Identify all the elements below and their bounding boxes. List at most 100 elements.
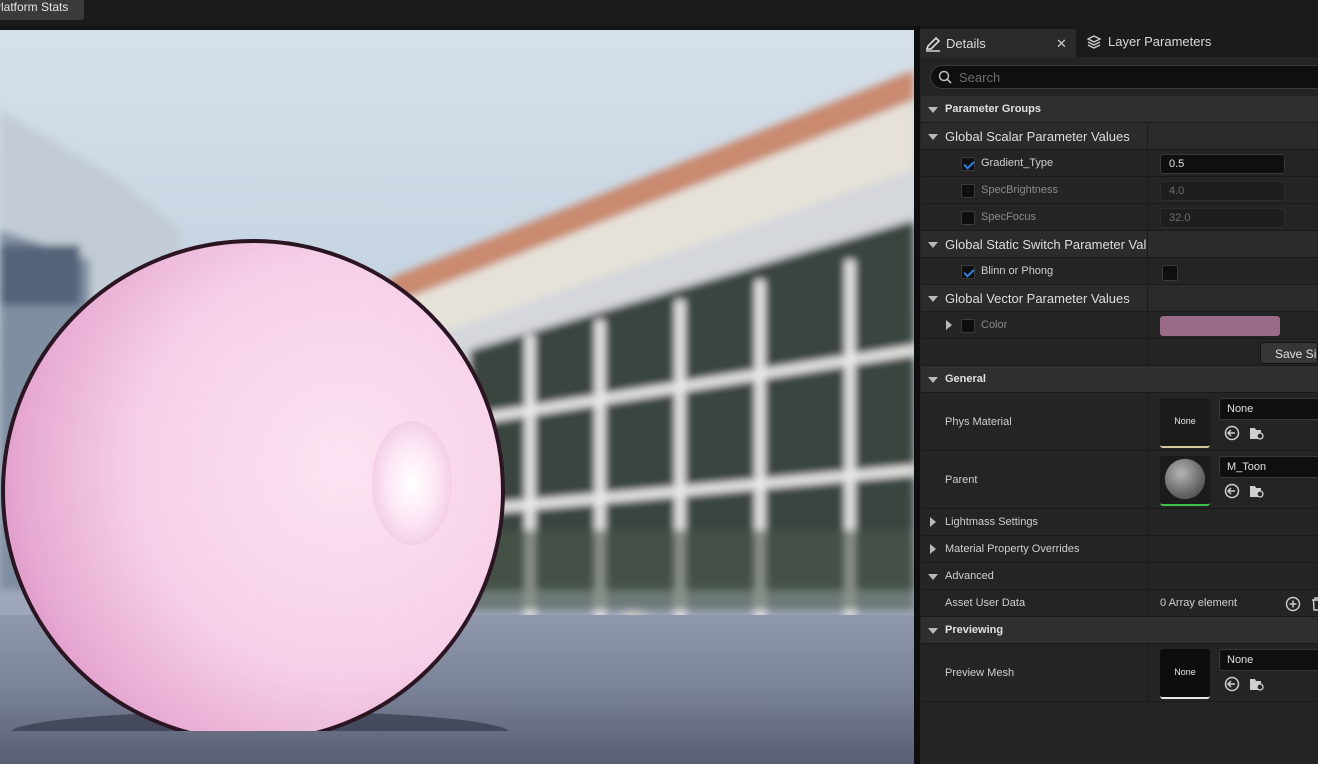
close-icon[interactable]: ✕ bbox=[1056, 31, 1067, 57]
group-global-static-switch[interactable]: Global Static Switch Parameter Values bbox=[921, 231, 1318, 258]
save-row: Save Sibling bbox=[921, 339, 1318, 366]
phys-material-asset-picker[interactable]: None bbox=[1219, 398, 1318, 420]
section-title: Parameter Groups bbox=[945, 103, 1041, 115]
column-divider bbox=[1147, 285, 1148, 312]
preview-sphere bbox=[1, 239, 508, 731]
expand-arrow-icon[interactable] bbox=[946, 320, 952, 330]
collapse-arrow-icon[interactable] bbox=[928, 628, 938, 634]
section-title: Previewing bbox=[945, 624, 1004, 636]
prop-row-asset-user-data: Asset User Data 0 Array element bbox=[921, 590, 1318, 617]
preview-viewport[interactable] bbox=[0, 30, 914, 764]
column-divider bbox=[1147, 231, 1148, 257]
column-divider bbox=[1147, 509, 1148, 536]
override-checkbox[interactable] bbox=[961, 211, 975, 225]
column-divider bbox=[1147, 393, 1148, 451]
group-title: Global Scalar Parameter Values bbox=[945, 129, 1130, 144]
collapse-arrow-icon[interactable] bbox=[928, 574, 938, 580]
expand-arrow-icon[interactable] bbox=[930, 544, 936, 554]
param-row-gradient-type: Gradient_Type 0.5 bbox=[921, 150, 1318, 177]
specbrightness-value-field[interactable]: 4.0 bbox=[1160, 181, 1285, 201]
use-selected-icon[interactable] bbox=[1224, 425, 1240, 441]
prop-row-preview-mesh: Preview Mesh None None bbox=[921, 644, 1318, 702]
group-global-scalar[interactable]: Global Scalar Parameter Values bbox=[921, 123, 1318, 150]
blinn-or-phong-value-checkbox[interactable] bbox=[1162, 265, 1178, 281]
preview-mesh-asset-picker[interactable]: None bbox=[1219, 649, 1318, 671]
search-input[interactable]: Search bbox=[930, 65, 1318, 89]
phys-material-thumbnail[interactable]: None bbox=[1160, 398, 1210, 448]
preview-mesh-thumbnail[interactable]: None bbox=[1160, 649, 1210, 699]
expand-arrow-icon[interactable] bbox=[930, 517, 936, 527]
browse-folder-icon[interactable] bbox=[1249, 483, 1265, 499]
collapse-arrow-icon[interactable] bbox=[928, 296, 938, 302]
thumbnail-label: None bbox=[1174, 667, 1196, 677]
override-checkbox[interactable] bbox=[961, 319, 975, 333]
delete-icon[interactable] bbox=[1309, 596, 1318, 612]
color-swatch[interactable] bbox=[1160, 316, 1280, 336]
add-element-icon[interactable] bbox=[1285, 596, 1301, 612]
collapse-arrow-icon[interactable] bbox=[928, 377, 938, 383]
collapse-arrow-icon[interactable] bbox=[928, 242, 938, 248]
override-checkbox[interactable] bbox=[961, 157, 975, 171]
layers-icon bbox=[1086, 35, 1102, 49]
gradient-type-value-field[interactable]: 0.5 bbox=[1160, 154, 1285, 174]
group-title: Material Property Overrides bbox=[945, 543, 1080, 555]
collapse-arrow-icon[interactable] bbox=[928, 107, 938, 113]
prop-row-parent: Parent M_Toon bbox=[921, 451, 1318, 509]
param-label: SpecBrightness bbox=[981, 184, 1059, 196]
column-divider bbox=[1147, 177, 1148, 204]
save-sibling-button[interactable]: Save Sibling bbox=[1260, 342, 1318, 364]
material-sphere-icon bbox=[1164, 458, 1206, 500]
group-material-property-overrides[interactable]: Material Property Overrides bbox=[921, 536, 1318, 563]
param-row-blinn-or-phong: Blinn or Phong bbox=[921, 258, 1318, 285]
use-selected-icon[interactable] bbox=[1224, 483, 1240, 499]
platform-stats-button[interactable]: Platform Stats bbox=[0, 0, 84, 20]
section-general[interactable]: General bbox=[921, 366, 1318, 393]
browse-folder-icon[interactable] bbox=[1249, 425, 1265, 441]
specfocus-value-field[interactable]: 32.0 bbox=[1160, 208, 1285, 228]
param-row-specbrightness: SpecBrightness 4.0 bbox=[921, 177, 1318, 204]
tab-layer-parameters[interactable]: Layer Parameters bbox=[1084, 29, 1244, 55]
tab-details-label: Details bbox=[946, 36, 986, 51]
column-divider bbox=[1147, 644, 1148, 702]
tab-details[interactable]: Details ✕ bbox=[920, 29, 1076, 57]
section-title: General bbox=[945, 373, 986, 385]
group-title: Global Static Switch Parameter Values bbox=[945, 237, 1147, 252]
column-divider bbox=[1147, 150, 1148, 177]
group-global-vector[interactable]: Global Vector Parameter Values bbox=[921, 285, 1318, 312]
collapse-arrow-icon[interactable] bbox=[928, 134, 938, 140]
group-title: Global Vector Parameter Values bbox=[945, 291, 1130, 306]
override-checkbox[interactable] bbox=[961, 265, 975, 279]
thumbnail-label: None bbox=[1174, 416, 1196, 426]
prop-label: Parent bbox=[945, 474, 978, 486]
override-checkbox[interactable] bbox=[961, 184, 975, 198]
column-divider bbox=[1147, 258, 1148, 285]
prop-row-phys-material: Phys Material None None bbox=[921, 393, 1318, 451]
search-icon bbox=[938, 70, 952, 84]
column-divider bbox=[1147, 536, 1148, 563]
column-divider bbox=[1147, 339, 1148, 366]
use-selected-icon[interactable] bbox=[1224, 676, 1240, 692]
param-label: Gradient_Type bbox=[981, 157, 1054, 169]
section-parameter-groups[interactable]: Parameter Groups bbox=[921, 96, 1318, 123]
param-label: Blinn or Phong bbox=[981, 265, 1054, 277]
group-advanced[interactable]: Advanced bbox=[921, 563, 1318, 590]
column-divider bbox=[1147, 590, 1148, 617]
parent-material-thumbnail[interactable] bbox=[1160, 456, 1210, 506]
param-label: SpecFocus bbox=[981, 211, 1037, 223]
param-label: Color bbox=[981, 319, 1008, 331]
group-title: Lightmass Settings bbox=[945, 516, 1038, 528]
tab-layer-parameters-label: Layer Parameters bbox=[1108, 34, 1212, 49]
prop-label: Preview Mesh bbox=[945, 667, 1015, 679]
section-previewing[interactable]: Previewing bbox=[921, 617, 1318, 644]
viewport-toolbar bbox=[0, 0, 1318, 26]
parent-asset-picker[interactable]: M_Toon bbox=[1219, 456, 1318, 478]
param-row-specfocus: SpecFocus 32.0 bbox=[921, 204, 1318, 231]
prop-label: Phys Material bbox=[945, 416, 1012, 428]
search-placeholder: Search bbox=[959, 70, 1001, 85]
group-lightmass-settings[interactable]: Lightmass Settings bbox=[921, 509, 1318, 536]
column-divider bbox=[1147, 563, 1148, 590]
param-row-color: Color bbox=[921, 312, 1318, 339]
column-divider bbox=[1147, 451, 1148, 509]
browse-folder-icon[interactable] bbox=[1249, 676, 1265, 692]
column-divider bbox=[1147, 123, 1148, 150]
